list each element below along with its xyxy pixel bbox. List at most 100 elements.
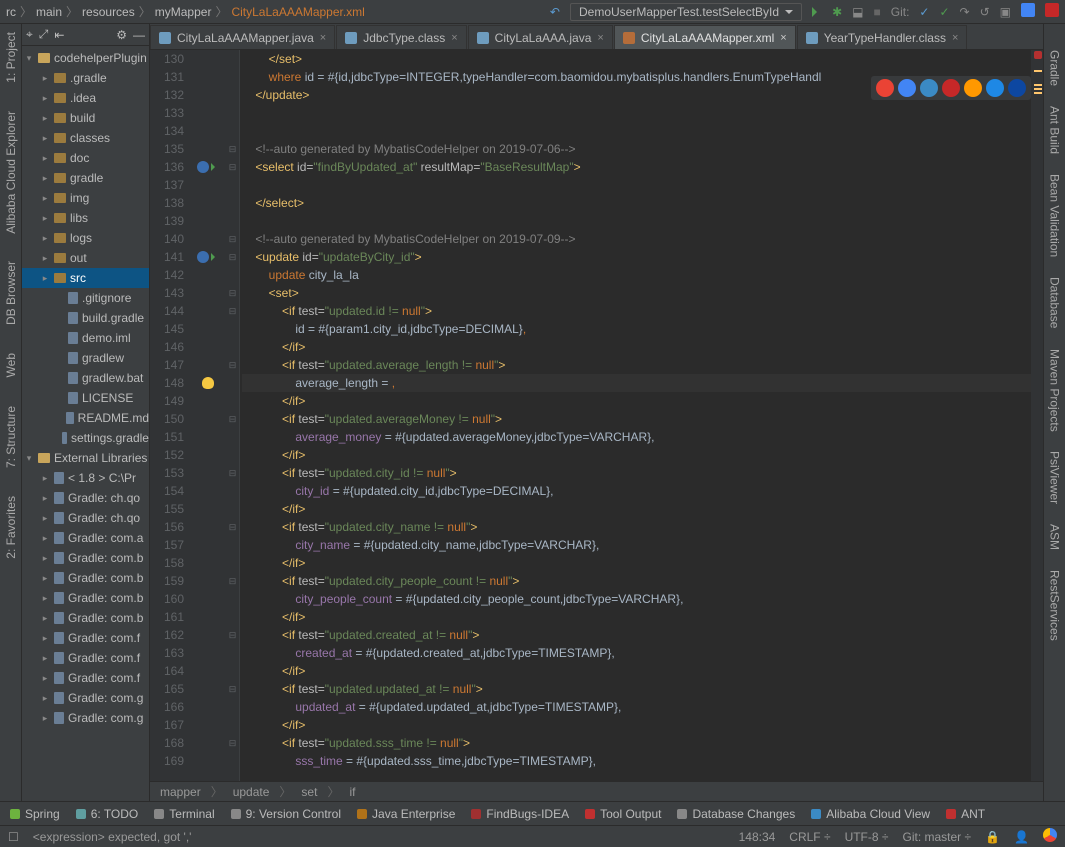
tree-item[interactable]: ▸Gradle: com.a <box>22 528 149 548</box>
browser-icon[interactable] <box>942 79 960 97</box>
bottom-tool-item[interactable]: Spring <box>10 807 60 821</box>
tool-tab-psiviewer[interactable]: PsiViewer <box>1048 449 1062 506</box>
tool-tab-beanvalidation[interactable]: Bean Validation <box>1048 172 1062 259</box>
breadcrumb-part[interactable]: rc <box>6 5 16 19</box>
tree-item[interactable]: gradlew.bat <box>22 368 149 388</box>
stop-icon[interactable]: ■ <box>873 5 880 19</box>
vcs-update-icon[interactable]: ✓ <box>919 5 929 19</box>
close-icon[interactable]: × <box>451 32 457 44</box>
bottom-tool-item[interactable]: Java Enterprise <box>357 807 455 821</box>
tree-item[interactable]: ▸Gradle: com.f <box>22 648 149 668</box>
back-icon[interactable]: ↶ <box>550 5 560 19</box>
intention-bulb-icon[interactable] <box>202 377 214 389</box>
tree-item[interactable]: ▾codehelperPlugin <box>22 48 149 68</box>
breadcrumb-file[interactable]: CityLaLaAAAMapper.xml <box>231 5 364 19</box>
bottom-tool-item[interactable]: 9: Version Control <box>231 807 341 821</box>
project-tree[interactable]: ▾codehelperPlugin▸.gradle▸.idea▸build▸cl… <box>22 46 149 730</box>
run-config-dropdown[interactable]: DemoUserMapperTest.testSelectById <box>570 3 802 21</box>
breadcrumb-part[interactable]: main <box>36 5 62 19</box>
browser-icon[interactable] <box>964 79 982 97</box>
vcs-history-icon[interactable]: ↷ <box>960 5 970 19</box>
tool-tab-alibaba[interactable]: Alibaba Cloud Explorer <box>4 107 18 238</box>
tool-tab-favorites[interactable]: 2: Favorites <box>4 492 18 563</box>
inspector-icon[interactable]: 👤 <box>1014 830 1029 844</box>
tree-item[interactable]: ▸.gradle <box>22 68 149 88</box>
tree-item[interactable]: ▸Gradle: com.g <box>22 708 149 728</box>
tree-item[interactable]: ▸Gradle: com.b <box>22 548 149 568</box>
status-eol[interactable]: CRLF ÷ <box>789 830 830 844</box>
close-icon[interactable]: × <box>597 32 603 44</box>
bottom-tool-item[interactable]: ANT <box>946 807 985 821</box>
tree-item[interactable]: ▸build <box>22 108 149 128</box>
tool-tab-rest[interactable]: RestServices <box>1048 568 1062 643</box>
tree-item[interactable]: gradlew <box>22 348 149 368</box>
tree-item[interactable]: ▸Gradle: ch.qo <box>22 508 149 528</box>
close-icon[interactable]: × <box>780 32 786 44</box>
tree-item[interactable]: ▸img <box>22 188 149 208</box>
status-encoding[interactable]: UTF-8 ÷ <box>845 830 889 844</box>
tool-tab-web[interactable]: Web <box>4 349 18 381</box>
bottom-tool-item[interactable]: Alibaba Cloud View <box>811 807 930 821</box>
run-gutter-icon[interactable] <box>211 163 219 171</box>
nav-icon[interactable] <box>197 161 209 173</box>
crumb-item[interactable]: mapper <box>160 785 201 799</box>
tool-tab-gradle[interactable]: Gradle <box>1048 48 1062 88</box>
browser-icon[interactable] <box>1008 79 1026 97</box>
tree-item[interactable]: ▸.idea <box>22 88 149 108</box>
crumb-item[interactable]: set <box>301 785 317 799</box>
browser-icon[interactable] <box>986 79 1004 97</box>
status-git-branch[interactable]: Git: master ÷ <box>902 830 971 844</box>
code-editor[interactable]: </set> where id = #{id,jdbcType=INTEGER,… <box>240 50 1031 781</box>
lock-icon[interactable]: 🔒 <box>985 830 1000 844</box>
tree-item[interactable]: build.gradle <box>22 308 149 328</box>
tree-item[interactable]: ▸Gradle: com.f <box>22 628 149 648</box>
breadcrumb-part[interactable]: myMapper <box>155 5 212 19</box>
tree-item[interactable]: ▸doc <box>22 148 149 168</box>
tree-item[interactable]: .gitignore <box>22 288 149 308</box>
expand-icon[interactable]: ⤢ <box>39 27 49 42</box>
debug-icon[interactable]: ✱ <box>832 5 842 19</box>
editor-tab[interactable]: CityLaLaAAAMapper.java× <box>150 25 335 49</box>
structure-icon[interactable]: ▣ <box>1000 5 1011 19</box>
nav-icon[interactable] <box>197 251 209 263</box>
tree-item[interactable]: ▸libs <box>22 208 149 228</box>
crumb-item[interactable]: update <box>233 785 270 799</box>
tree-item[interactable]: demo.iml <box>22 328 149 348</box>
tree-item[interactable]: ▸Gradle: com.b <box>22 608 149 628</box>
tool-tab-project[interactable]: 1: Project <box>4 28 18 87</box>
tree-item[interactable]: ▸logs <box>22 228 149 248</box>
tree-item[interactable]: ▸Gradle: com.f <box>22 668 149 688</box>
locate-icon[interactable]: ⌖ <box>26 27 33 42</box>
browser-icon[interactable] <box>898 79 916 97</box>
tree-item[interactable]: ▸< 1.8 > C:\Pr <box>22 468 149 488</box>
tool-tab-antbuild[interactable]: Ant Build <box>1048 104 1062 156</box>
tree-item[interactable]: README.md <box>22 408 149 428</box>
run-icon[interactable] <box>812 7 822 17</box>
editor-tab[interactable]: JdbcType.class× <box>336 25 466 49</box>
tree-item[interactable]: ▸classes <box>22 128 149 148</box>
bottom-tool-item[interactable]: Tool Output <box>585 807 661 821</box>
tool-tab-maven[interactable]: Maven Projects <box>1048 347 1062 434</box>
tree-item[interactable]: ▸out <box>22 248 149 268</box>
browser-icon[interactable] <box>876 79 894 97</box>
tree-item[interactable]: ▸Gradle: com.g <box>22 688 149 708</box>
vcs-commit-icon[interactable]: ✓ <box>939 5 949 19</box>
tree-item[interactable]: ▾External Libraries <box>22 448 149 468</box>
tree-item[interactable]: ▸gradle <box>22 168 149 188</box>
tool-tab-dbbrowser[interactable]: DB Browser <box>4 257 18 329</box>
tree-item[interactable]: ▸Gradle: ch.qo <box>22 488 149 508</box>
status-icon[interactable]: ☐ <box>8 830 19 844</box>
fold-gutter[interactable]: ⊟⊟⊟⊟⊟⊟⊟⊟⊟⊟⊟⊟⊟⊟ <box>226 50 240 781</box>
tree-item[interactable]: ▸Gradle: com.b <box>22 568 149 588</box>
editor-tab[interactable]: CityLaLaAAA.java× <box>468 25 613 49</box>
hide-icon[interactable]: — <box>133 28 145 42</box>
tool-tab-structure[interactable]: 7: Structure <box>4 402 18 472</box>
gear-icon[interactable]: ⚙ <box>116 28 127 42</box>
editor-tab[interactable]: YearTypeHandler.class× <box>797 25 968 49</box>
translate-icon2[interactable] <box>1045 3 1059 20</box>
close-icon[interactable]: × <box>952 32 958 44</box>
tree-item[interactable]: settings.gradle <box>22 428 149 448</box>
bottom-tool-item[interactable]: FindBugs-IDEA <box>471 807 569 821</box>
collapse-icon[interactable]: ⇤ <box>54 28 64 42</box>
tree-item[interactable]: ▸src <box>22 268 149 288</box>
